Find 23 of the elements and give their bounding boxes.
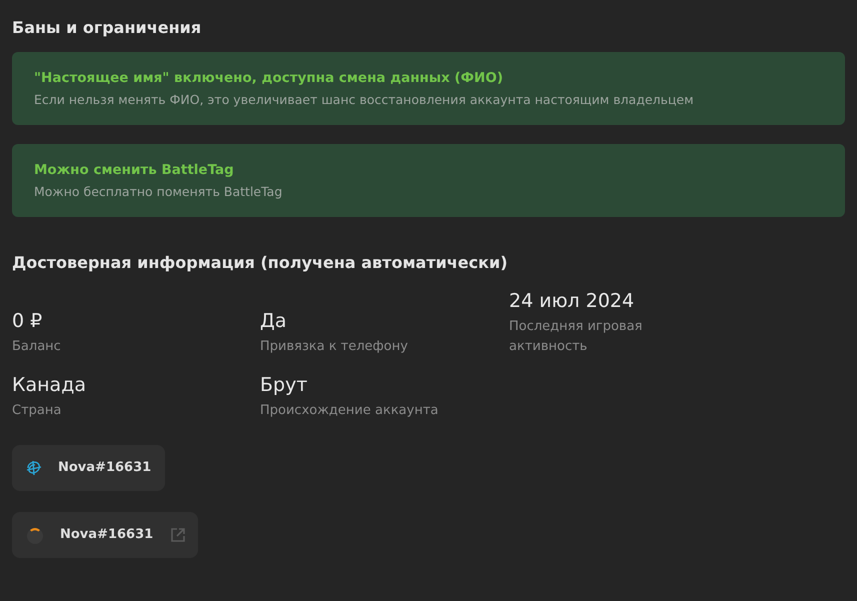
fact-label: Страна bbox=[12, 402, 62, 420]
fact-label: Происхождение аккаунта bbox=[260, 402, 440, 420]
ring-logo-icon bbox=[25, 525, 45, 545]
notice-description: Можно бесплатно поменять BattleTag bbox=[34, 182, 284, 201]
fact-label: Привязка к телефону bbox=[260, 338, 409, 356]
fact-label: Последняя игровая активность bbox=[509, 318, 644, 356]
fact-value: 24 июл 2024 bbox=[509, 289, 636, 314]
fact-value: Да bbox=[260, 309, 288, 334]
notice-title: Можно сменить BattleTag bbox=[34, 160, 235, 180]
account-name: Nova#16631 bbox=[60, 526, 154, 544]
notice-title: "Настоящее имя" включено, доступна смена данных (ФИО) bbox=[34, 68, 504, 88]
account-chip[interactable]: Nova#16631 bbox=[12, 445, 166, 491]
section-title: Баны и ограничения bbox=[12, 17, 202, 39]
account-name: Nova#16631 bbox=[58, 459, 152, 478]
section-title: Достоверная информация (получена автоматически) bbox=[12, 252, 509, 274]
fact-label: Баланс bbox=[12, 338, 62, 356]
fact-value: Брут bbox=[260, 373, 308, 398]
external-link-icon[interactable] bbox=[170, 527, 186, 543]
fact-value: Канада bbox=[12, 373, 87, 398]
swirl-logo-icon bbox=[25, 459, 43, 477]
fact-value: 0 ₽ bbox=[12, 309, 44, 334]
account-chip[interactable]: Nova#16631 bbox=[12, 512, 198, 558]
notice-description: Если нельзя менять ФИО, это увеличивает шанс восстановления аккаунта настоящим владельцем bbox=[34, 90, 695, 109]
